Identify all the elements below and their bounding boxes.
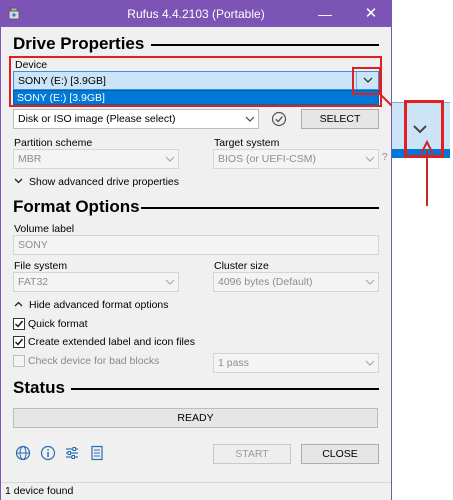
section-divider xyxy=(151,44,379,46)
cluster-size-value: 4096 bytes (Default) xyxy=(218,276,313,288)
info-icon[interactable] xyxy=(40,445,56,461)
partition-scheme-value: MBR xyxy=(18,153,42,165)
quick-format-label: Quick format xyxy=(28,318,88,330)
checkmark-icon xyxy=(15,320,24,328)
close-button[interactable]: CLOSE xyxy=(301,444,379,464)
chevron-up-icon xyxy=(14,301,23,307)
settings-sliders-icon[interactable] xyxy=(64,445,80,461)
bad-blocks-checkbox[interactable] xyxy=(13,355,25,367)
chevron-down-icon xyxy=(14,178,23,184)
red-arrow-icon xyxy=(420,140,434,206)
bad-blocks-passes-combobox[interactable]: 1 pass xyxy=(213,353,379,373)
highlight-frame xyxy=(9,56,382,107)
chevron-down-icon xyxy=(365,279,375,285)
section-divider xyxy=(141,207,379,209)
volume-label-input[interactable]: SONY xyxy=(13,235,379,255)
volume-label-label: Volume label xyxy=(14,223,75,235)
boot-selection-combobox[interactable]: Disk or ISO image (Please select) xyxy=(13,109,259,129)
chevron-down-icon xyxy=(365,360,375,366)
dropdown-highlight-frame xyxy=(352,67,381,95)
start-button[interactable]: START xyxy=(213,444,291,464)
select-button[interactable]: SELECT xyxy=(301,109,379,129)
target-system-combobox[interactable]: BIOS (or UEFI-CSM) xyxy=(213,149,379,169)
target-system-label: Target system xyxy=(214,137,280,149)
close-window-button[interactable]: ✕ xyxy=(353,1,389,27)
cluster-size-combobox[interactable]: 4096 bytes (Default) xyxy=(213,272,379,292)
chevron-down-icon xyxy=(165,279,175,285)
log-icon[interactable] xyxy=(89,445,105,461)
cluster-size-label: Cluster size xyxy=(214,260,269,272)
drive-properties-heading: Drive Properties xyxy=(13,34,145,53)
section-divider xyxy=(71,388,379,390)
volume-label-value: SONY xyxy=(18,239,48,251)
progress-text: READY xyxy=(177,412,214,424)
file-system-label: File system xyxy=(14,260,68,272)
status-bar: 1 device found xyxy=(1,482,391,500)
status-progress-bar: READY xyxy=(13,408,378,428)
partition-scheme-label: Partition scheme xyxy=(14,137,93,149)
file-system-value: FAT32 xyxy=(18,276,49,288)
quick-format-checkbox[interactable] xyxy=(13,318,25,330)
show-advanced-drive-toggle[interactable]: Show advanced drive properties xyxy=(29,176,179,188)
format-options-heading: Format Options xyxy=(13,197,140,216)
chevron-down-icon xyxy=(413,125,427,134)
target-system-value: BIOS (or UEFI-CSM) xyxy=(218,153,317,165)
status-heading: Status xyxy=(13,378,65,397)
rufus-window: Rufus 4.4.2103 (Portable) — ✕ Drive Prop… xyxy=(0,0,392,500)
chevron-down-icon xyxy=(245,116,255,122)
globe-icon[interactable] xyxy=(15,445,31,461)
minimize-button[interactable]: — xyxy=(307,1,343,27)
screenshot-root: { "window": { "title": "Rufus 4.4.2103 (… xyxy=(0,0,453,500)
checkmark-icon xyxy=(15,338,24,346)
bad-blocks-passes-value: 1 pass xyxy=(218,357,249,369)
extended-label-checkbox[interactable] xyxy=(13,336,25,348)
extended-label-label: Create extended label and icon files xyxy=(28,336,195,348)
chevron-down-icon xyxy=(165,156,175,162)
file-system-combobox[interactable]: FAT32 xyxy=(13,272,179,292)
hide-advanced-format-toggle[interactable]: Hide advanced format options xyxy=(29,299,169,311)
bad-blocks-label: Check device for bad blocks xyxy=(28,355,160,367)
checksum-check-icon[interactable] xyxy=(271,111,287,127)
status-bar-text: 1 device found xyxy=(5,485,74,497)
chevron-down-icon xyxy=(365,156,375,162)
partition-scheme-combobox[interactable]: MBR xyxy=(13,149,179,169)
boot-selection-value: Disk or ISO image (Please select) xyxy=(18,113,176,125)
title-bar[interactable]: Rufus 4.4.2103 (Portable) — ✕ xyxy=(1,1,391,27)
help-icon[interactable]: ? xyxy=(382,152,388,163)
